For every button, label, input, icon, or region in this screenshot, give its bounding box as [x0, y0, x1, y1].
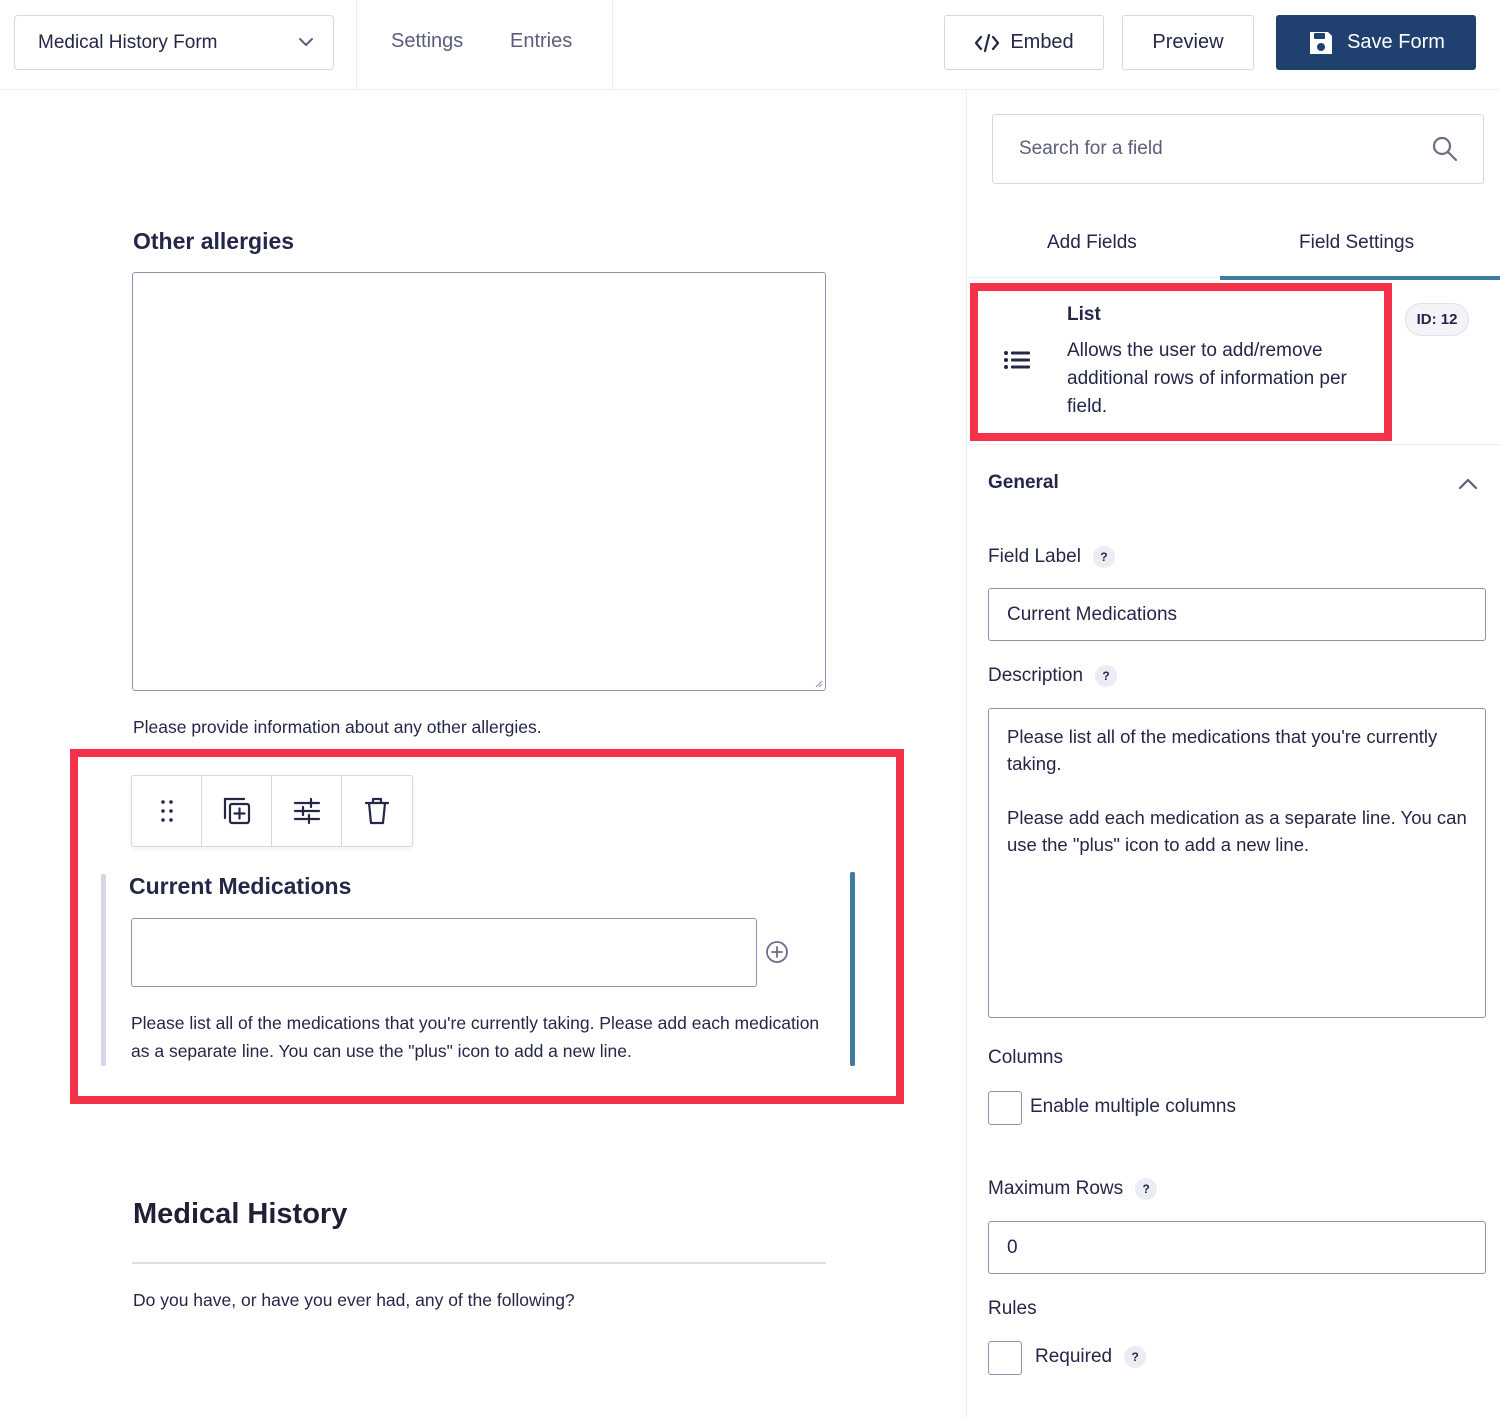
help-icon[interactable]: ?: [1124, 1346, 1147, 1368]
current-medications-description: Please list all of the medications that …: [131, 1013, 820, 1061]
drag-handle-icon: [160, 800, 173, 822]
help-icon[interactable]: ?: [1092, 546, 1115, 568]
field-selection-bar-right: [850, 872, 855, 1066]
enable-multiple-columns-label[interactable]: Enable multiple columns: [1030, 1096, 1236, 1118]
save-form-label: Save Form: [1347, 31, 1445, 53]
delete-field-button[interactable]: [342, 776, 412, 846]
search-icon: [1432, 136, 1458, 162]
required-label-row: Required ?: [1035, 1346, 1147, 1368]
description-label-text: Description: [988, 665, 1084, 686]
description-textarea[interactable]: Please list all of the medications that …: [988, 708, 1486, 1018]
trash-icon: [364, 797, 390, 825]
other-allergies-textarea[interactable]: [132, 272, 826, 691]
chevron-up-icon[interactable]: [1457, 476, 1479, 492]
resize-grip-icon[interactable]: [815, 680, 823, 688]
maximum-rows-input[interactable]: 0: [988, 1221, 1486, 1274]
field-sidebar: Search for a field Add Fields Field Sett…: [966, 90, 1500, 1418]
list-icon: [1004, 351, 1030, 369]
drag-handle-button[interactable]: [132, 776, 202, 846]
nav-settings-link[interactable]: Settings: [391, 30, 463, 53]
search-placeholder: Search for a field: [1019, 138, 1163, 159]
enable-multiple-columns-checkbox[interactable]: [988, 1091, 1022, 1125]
field-label-input[interactable]: Current Medications: [988, 588, 1486, 641]
current-medications-input[interactable]: [131, 918, 757, 987]
field-settings-button[interactable]: [272, 776, 342, 846]
settings-sliders-icon: [293, 797, 320, 825]
medical-history-question: Do you have, or have you ever had, any o…: [133, 1290, 575, 1310]
required-label[interactable]: Required: [1035, 1346, 1112, 1368]
nav-entries-link[interactable]: Entries: [510, 30, 572, 53]
add-row-plus-icon[interactable]: [765, 940, 789, 964]
embed-button[interactable]: Embed: [944, 15, 1104, 70]
floppy-disk-icon: [1310, 31, 1333, 54]
other-allergies-label: Other allergies: [133, 228, 295, 254]
field-type-title: List: [1067, 304, 1101, 325]
columns-heading: Columns: [988, 1047, 1063, 1069]
field-label-heading: Field Label ?: [988, 546, 1115, 568]
maximum-rows-heading: Maximum Rows ?: [988, 1178, 1158, 1200]
embed-label: Embed: [1010, 31, 1074, 53]
medical-history-title: Medical History: [133, 1198, 348, 1230]
help-icon[interactable]: ?: [1135, 1178, 1158, 1200]
tab-add-fields[interactable]: Add Fields: [1047, 232, 1137, 254]
search-field-input[interactable]: Search for a field: [992, 114, 1484, 184]
tab-field-settings[interactable]: Field Settings: [1299, 232, 1414, 254]
field-toolbar: [131, 775, 413, 847]
required-checkbox[interactable]: [988, 1341, 1022, 1375]
rules-label-text: Rules: [988, 1298, 1037, 1319]
section-divider: [132, 1262, 826, 1264]
field-label-text: Field Label: [988, 546, 1081, 567]
chevron-down-icon: [299, 38, 313, 46]
columns-label-text: Columns: [988, 1047, 1063, 1068]
form-name: Medical History Form: [38, 31, 218, 53]
help-icon[interactable]: ?: [1095, 665, 1118, 687]
field-selection-bar-left: [101, 874, 106, 1066]
divider: [356, 0, 357, 90]
form-canvas: Other allergies Please provide informati…: [0, 90, 966, 1418]
top-bar: Medical History Form Settings Entries Em…: [0, 0, 1500, 90]
tab-active-indicator: [1220, 276, 1500, 280]
field-id-badge: ID: 12: [1405, 303, 1469, 336]
maximum-rows-label-text: Maximum Rows: [988, 1178, 1124, 1199]
current-medications-label: Current Medications: [129, 873, 352, 899]
other-allergies-description: Please provide information about any oth…: [133, 717, 542, 737]
form-selector-dropdown[interactable]: Medical History Form: [14, 15, 334, 70]
divider: [612, 0, 613, 90]
field-type-description: Allows the user to add/remove additional…: [1067, 340, 1347, 417]
code-icon: [975, 33, 1000, 52]
section-divider: [967, 444, 1500, 445]
duplicate-icon: [223, 797, 250, 825]
general-section-title: General: [988, 472, 1059, 493]
description-heading: Description ?: [988, 665, 1118, 687]
rules-heading: Rules: [988, 1298, 1037, 1320]
preview-label: Preview: [1152, 31, 1224, 53]
preview-button[interactable]: Preview: [1122, 15, 1254, 70]
save-form-button[interactable]: Save Form: [1276, 15, 1476, 70]
duplicate-button[interactable]: [202, 776, 272, 846]
